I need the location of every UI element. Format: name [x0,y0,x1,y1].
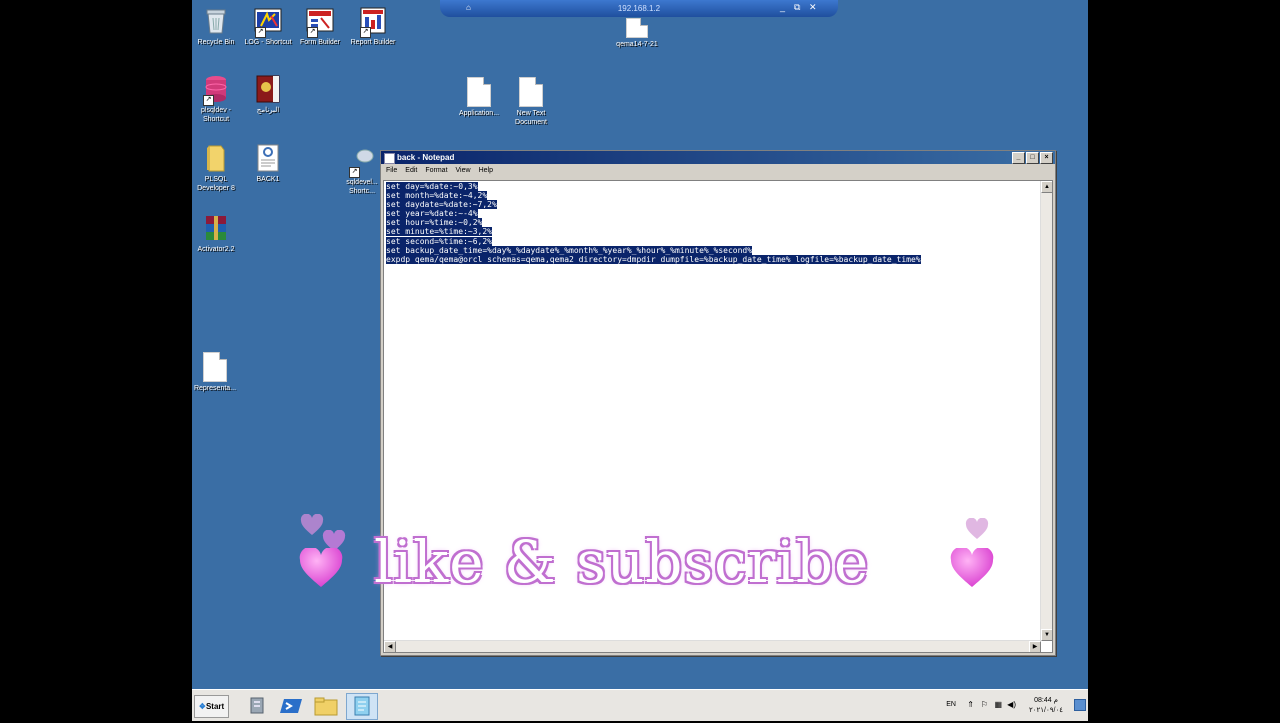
report-builder-icon: ↗ [358,6,388,38]
text-line: set minute=%time:~3,2% [386,227,492,237]
icon-label: PLSQL Developer 8 [197,176,235,192]
sqldeveloper-icon: ↗ [347,146,377,178]
desktop-icon-back1[interactable]: BACK1 [240,143,296,184]
heart-icon [950,548,994,587]
language-indicator[interactable]: EN [946,701,956,708]
network-icon[interactable]: ▦ [994,700,1002,709]
file-icon [200,352,230,382]
small-heart-icon [965,518,989,539]
text-line: set hour=%time:~0,2% [386,218,483,228]
form-builder-icon: ↗ [305,6,335,38]
book-icon [253,74,283,104]
text-file-icon [516,77,546,107]
horizontal-scrollbar[interactable]: ◀ ▶ [384,640,1041,652]
icon-label: sqldevel... Shortc... [346,179,378,195]
icon-label: LOG - Shortcut [244,39,292,46]
notepad-titlebar[interactable]: back - Notepad _ □ × [381,151,1055,164]
icon-label: BACK1 [256,176,280,183]
taskbar: ❖Start EN ⇑ ⚐ ▦ ◀) 08:44 م ٢٠٢١/٠٩/٠٤ [192,689,1088,721]
desktop-icon-application[interactable]: Application... [451,77,507,118]
selected-text: set day=%date:~0,3% set month=%date:~4,2… [386,182,921,264]
notepad-icon [354,696,370,716]
scroll-left-button[interactable]: ◀ [384,641,396,652]
batch-file-icon [253,143,283,173]
text-line: set daydate=%date:~7,2% [386,200,497,210]
desktop-icon-arabic-program[interactable]: البرنامج [240,74,296,115]
text-line: expdp qema/qema@orcl schemas=qema,qema2 … [386,254,921,264]
desktop-icon-log-shortcut[interactable]: ↗ LOG - Shortcut [240,6,296,47]
clock-date: ٢٠٢١/٠٩/٠٤ [1029,707,1063,714]
remote-host-title: 192.168.1.2 [617,4,661,13]
scroll-down-button[interactable]: ▼ [1041,629,1052,641]
winrar-icon [201,213,231,243]
like-subscribe-overlay: like & subscribe [374,528,870,596]
desktop-icon-report-builder[interactable]: ↗ Report Builder [345,6,401,47]
icon-label: Recycle Bin [197,39,235,46]
close-button[interactable]: × [1040,152,1053,164]
minimize-button[interactable]: _ [1012,152,1025,164]
powershell-icon[interactable] [280,695,304,717]
desktop-icon-recycle-bin[interactable]: Recycle Bin [192,6,244,47]
desktop-icon-qema14[interactable]: qema14-7-21 [609,18,665,49]
menu-bar: File Edit Format View Help [381,164,1055,178]
text-line: set second=%time:~6,2% [386,236,492,246]
clock-time: 08:44 م [1034,697,1058,704]
text-line: set backup_date_time=%day%_%daydate%_%mo… [386,245,753,255]
icon-label: البرنامج [256,107,280,114]
icon-label: New Text Document [515,110,547,126]
text-line: set day=%date:~0,3% [386,182,478,191]
menu-format[interactable]: Format [425,164,447,178]
desktop-icon-plsqldev-shortcut[interactable]: ↗ plsqldev - Shortcut [192,74,244,124]
menu-file[interactable]: File [386,164,397,178]
log-app-icon: ↗ [253,6,283,38]
notepad-icon [384,153,395,164]
database-icon: ↗ [201,74,231,106]
notepad-taskbar-button[interactable] [346,693,378,720]
icon-label: qema14-7-21 [616,41,658,48]
file-icon [464,77,494,107]
icon-label: Application... [458,110,500,117]
folder-icon [201,143,231,173]
desktop: ⌂ 192.168.1.2 _ ⧉ ✕ Recycle Bin ↗ LOG - … [192,0,1088,720]
windows-logo-icon: ❖ [198,702,206,711]
scroll-right-button[interactable]: ▶ [1029,641,1041,652]
menu-edit[interactable]: Edit [405,164,417,178]
icon-label: Activator2.2 [197,246,235,253]
menu-help[interactable]: Help [479,164,493,178]
text-line: set month=%date:~4,2% [386,191,488,201]
desktop-icon-activator[interactable]: Activator2.2 [192,213,244,254]
recycle-bin-icon [201,6,231,36]
small-heart-icon [300,514,324,535]
text-line: set year=%date:~-4% [386,209,478,219]
server-manager-icon[interactable] [246,695,270,717]
minimize-icon[interactable]: _ [780,2,785,12]
desktop-icon-plsql-developer[interactable]: PLSQL Developer 8 [192,143,244,193]
show-hidden-icons[interactable]: ⇑ [967,700,974,709]
remote-desktop-bar: ⌂ 192.168.1.2 _ ⧉ ✕ [440,0,838,17]
close-icon[interactable]: ✕ [809,2,817,13]
desktop-icon-sqldeveloper[interactable]: ↗ sqldevel... Shortc... [342,146,382,196]
heart-icon [299,548,343,587]
start-button[interactable]: ❖Start [194,695,229,718]
scroll-up-button[interactable]: ▲ [1041,181,1052,193]
restore-icon[interactable]: ⧉ [794,2,800,13]
file-icon [622,18,652,38]
icon-label: Report Builder [350,39,396,46]
flag-icon[interactable]: ⚐ [981,700,988,709]
desktop-icon-representation[interactable]: Representa... [192,352,243,393]
clock[interactable]: 08:44 م ٢٠٢١/٠٩/٠٤ [1020,696,1072,716]
explorer-folder-icon[interactable] [314,695,338,717]
vertical-scrollbar[interactable]: ▲ ▼ [1040,181,1052,641]
maximize-button[interactable]: □ [1026,152,1039,164]
icon-label: plsqldev - Shortcut [201,107,231,123]
desktop-icon-new-text-document[interactable]: New Text Document [503,77,559,127]
menu-view[interactable]: View [456,164,471,178]
window-title: back - Notepad [397,153,455,162]
icon-label: Representa... [193,385,237,392]
show-desktop-button[interactable] [1074,699,1086,711]
speaker-icon[interactable]: ◀) [1007,700,1016,709]
desktop-icon-form-builder[interactable]: ↗ Form Builder [292,6,348,47]
icon-label: Form Builder [299,39,341,46]
